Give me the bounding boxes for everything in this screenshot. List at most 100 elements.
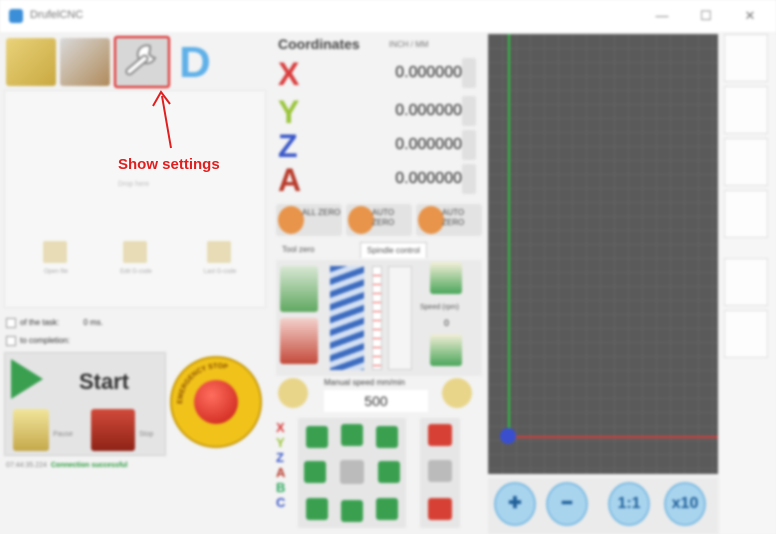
speed-value: 0 — [444, 318, 450, 328]
toolpath-viewport[interactable] — [488, 34, 718, 474]
units-toggle[interactable]: INCH / MM — [389, 40, 429, 49]
y-axis-line — [508, 34, 510, 438]
axis-letter-z: Z — [278, 128, 298, 164]
designer-button[interactable]: D — [177, 38, 227, 87]
last-gcode-icon[interactable] — [207, 241, 231, 263]
axis-y-scroll[interactable] — [462, 96, 476, 126]
speed-slider[interactable] — [388, 266, 412, 370]
speed-label: Speed (rpm) — [420, 304, 459, 311]
all-zero-button[interactable]: ALL ZERO — [276, 204, 342, 236]
axis-x-scroll[interactable] — [462, 58, 476, 88]
d-logo-icon: D — [179, 38, 211, 87]
open-file-button[interactable] — [6, 38, 56, 86]
speed-plus-icon[interactable] — [442, 378, 472, 408]
log-line: 07:44:35.224 Connection successful — [6, 462, 128, 469]
pause-button[interactable] — [13, 409, 49, 451]
jog-up-icon[interactable] — [341, 424, 363, 446]
window-title: DrufelCNC — [30, 9, 84, 21]
view-xy-icon[interactable] — [724, 34, 768, 82]
stop-label: Stop — [139, 431, 154, 438]
xy-jog-pad — [298, 418, 406, 528]
view-xz-icon[interactable] — [724, 86, 768, 134]
estop-red-cap — [194, 380, 238, 424]
speed-down-icon[interactable] — [430, 334, 462, 366]
zoom-bar: ✚ ━ 1:1 x10 — [488, 478, 718, 534]
jog-center-icon[interactable] — [340, 460, 364, 484]
jog-axis-letters: X Y Z A B C — [276, 420, 286, 510]
app-window: DrufelCNC — ☐ ✕ D Drop here Open file Ed… — [0, 0, 776, 534]
start-button[interactable]: Start — [79, 369, 129, 395]
app-icon — [9, 9, 23, 23]
speed-minus-icon[interactable] — [278, 378, 308, 408]
grid-toggle-icon[interactable] — [724, 258, 768, 306]
axis-value-z: 0.000000 — [395, 136, 462, 153]
view-yz-icon[interactable] — [724, 138, 768, 186]
axis-row-a: A 0.000000 — [276, 162, 484, 198]
settings-button[interactable] — [114, 36, 170, 88]
axis-row-z: Z 0.000000 — [276, 128, 484, 164]
jog-z-up-icon[interactable] — [428, 424, 452, 446]
axis-value-a: 0.000000 — [395, 170, 462, 187]
z-jog-pad — [420, 418, 460, 528]
view-switcher — [720, 34, 776, 534]
frame-toggle-icon[interactable] — [724, 310, 768, 358]
clock-icon — [6, 318, 16, 328]
time-to-completion: to completion: — [6, 336, 70, 346]
auto-zero-2-button[interactable]: AUTO ZERO — [416, 204, 482, 236]
zoom-1to1-button[interactable]: 1:1 — [608, 482, 650, 526]
jog-right-icon[interactable] — [378, 461, 400, 483]
jog-down-right-icon[interactable] — [376, 498, 398, 520]
tab-spindle-control[interactable]: Spindle control — [360, 242, 427, 258]
axis-z-scroll[interactable] — [462, 130, 476, 160]
jog-down-icon[interactable] — [341, 500, 363, 522]
coordinates-title: Coordinates — [278, 36, 360, 52]
axis-a-scroll[interactable] — [462, 164, 476, 194]
open-file-icon[interactable] — [43, 241, 67, 263]
blurred-ui: DrufelCNC — ☐ ✕ D Drop here Open file Ed… — [0, 0, 776, 534]
zoom-x10-button[interactable]: x10 — [664, 482, 706, 526]
zero-icon — [348, 206, 374, 234]
tab-strip: Tool zero Spindle control — [276, 242, 482, 258]
zoom-out-button[interactable]: ━ — [546, 482, 588, 526]
minimize-button[interactable]: — — [652, 6, 672, 26]
edit-gcode-label: Edit G-code — [120, 269, 152, 275]
emergency-stop-button[interactable]: EMERGENCY STOP — [170, 356, 262, 448]
axis-value-x: 0.000000 — [395, 64, 462, 81]
jog-up-right-icon[interactable] — [376, 426, 398, 448]
time-of-task: of the task: 0 ms. — [6, 318, 103, 328]
title-bar: DrufelCNC — ☐ ✕ — [0, 0, 776, 32]
annotation-arrow-icon — [152, 90, 172, 149]
axis-value-y: 0.000000 — [395, 102, 462, 119]
axis-row-y: Y 0.000000 — [276, 94, 484, 130]
close-button[interactable]: ✕ — [740, 6, 760, 26]
stop-button[interactable] — [91, 409, 135, 451]
maximize-button[interactable]: ☐ — [696, 6, 716, 26]
jog-z-stop-icon[interactable] — [428, 460, 452, 482]
drop-hint: Drop here — [118, 181, 150, 188]
log-message: Connection successful — [50, 462, 128, 469]
tab-tool-zero[interactable]: Tool zero — [276, 242, 320, 258]
jog-up-left-icon[interactable] — [306, 426, 328, 448]
spindle-off-icon[interactable] — [280, 318, 318, 364]
jog-left-icon[interactable] — [304, 461, 326, 483]
zoom-in-button[interactable]: ✚ — [494, 482, 536, 526]
speed-scale — [372, 266, 382, 370]
run-controls: Start Pause Stop — [4, 352, 166, 456]
last-gcode-label: Last G-code — [203, 269, 237, 275]
manual-speed-input[interactable]: 500 — [324, 390, 428, 412]
jog-down-left-icon[interactable] — [306, 498, 328, 520]
speed-up-icon[interactable] — [430, 262, 462, 294]
file-drop-panel[interactable]: Drop here Open file Edit G-code Last G-c… — [4, 90, 266, 308]
edit-gcode-icon[interactable] — [123, 241, 147, 263]
spindle-panel: Speed (rpm) 0 — [276, 260, 482, 376]
jog-z-down-icon[interactable] — [428, 498, 452, 520]
view-3d-icon[interactable] — [724, 190, 768, 238]
hourglass-icon — [6, 336, 16, 346]
start-arrow-icon[interactable] — [11, 359, 43, 399]
wrench-icon — [125, 44, 157, 76]
spindle-on-icon[interactable] — [280, 266, 318, 312]
open-file-label: Open file — [43, 269, 68, 275]
edit-file-button[interactable] — [60, 38, 110, 86]
axis-row-x: X 0.000000 — [276, 56, 484, 92]
auto-zero-button[interactable]: AUTO ZERO — [346, 204, 412, 236]
